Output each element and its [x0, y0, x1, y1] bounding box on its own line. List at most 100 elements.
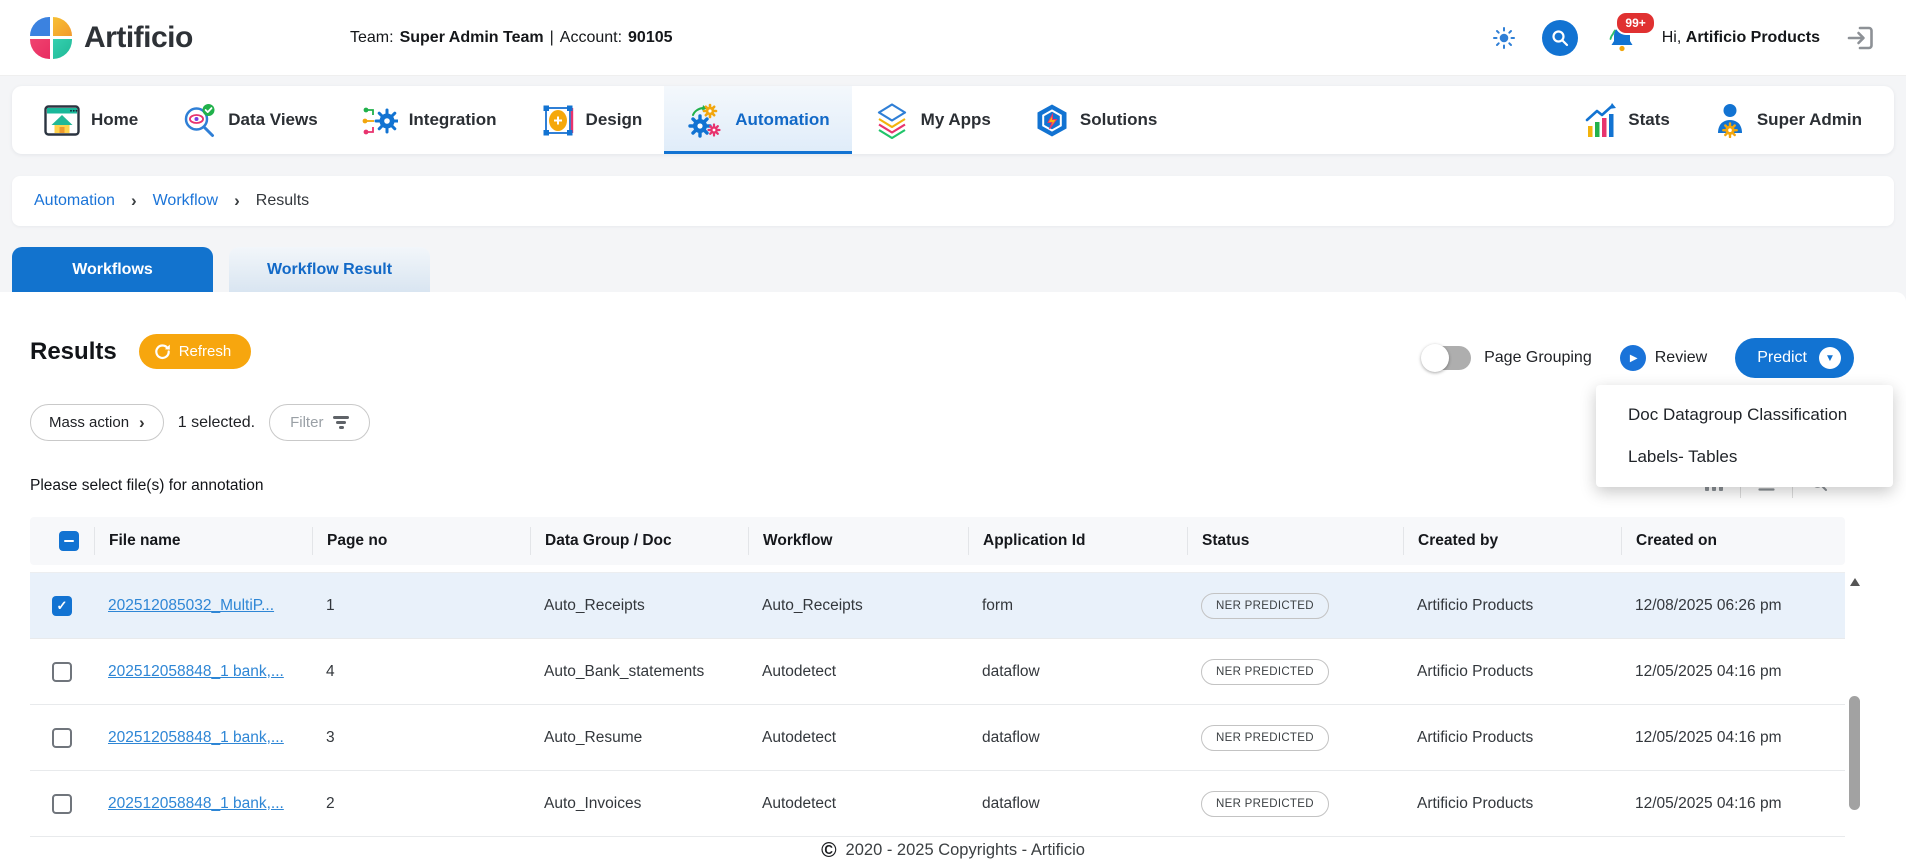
automation-icon: [686, 102, 724, 138]
theme-toggle-button[interactable]: [1492, 26, 1516, 50]
user-greeting: Hi, Artificio Products: [1662, 29, 1820, 47]
data-views-icon: [182, 103, 217, 138]
team-name: Super Admin Team: [400, 29, 544, 47]
divider: |: [550, 29, 554, 47]
scroll-up-arrow-icon[interactable]: [1850, 578, 1860, 586]
team-label: Team:: [350, 29, 394, 47]
col-workflow: Workflow: [748, 527, 968, 555]
menu-item-doc-datagroup-classification[interactable]: Doc Datagroup Classification: [1596, 394, 1893, 436]
created-on-cell: 12/08/2025 06:26 pm: [1621, 597, 1845, 615]
nav-item-home[interactable]: Home: [22, 86, 160, 154]
notifications-button[interactable]: 99+: [1604, 23, 1636, 53]
table-row: 202512058848_1 bank,... 2 Auto_Invoices …: [30, 771, 1845, 837]
scrollbar-thumb[interactable]: [1849, 696, 1860, 810]
nav-item-design[interactable]: Design: [519, 86, 665, 154]
main-nav: Home Data Views Integration Design Autom…: [12, 86, 1894, 154]
greeting-prefix: Hi,: [1662, 29, 1682, 46]
data-group-cell: Auto_Receipts: [530, 597, 748, 615]
search-icon: [1551, 29, 1569, 47]
page-no-cell: 1: [312, 597, 530, 615]
nav-label: Automation: [735, 110, 829, 130]
tab-workflow-result[interactable]: Workflow Result: [229, 247, 430, 292]
home-icon: [44, 105, 80, 136]
breadcrumb-automation[interactable]: Automation: [34, 192, 115, 210]
filter-button[interactable]: Filter: [269, 404, 370, 441]
col-created-on: Created on: [1621, 527, 1845, 555]
nav-item-data-views[interactable]: Data Views: [160, 86, 339, 154]
predict-dropdown-menu: Doc Datagroup Classification Labels- Tab…: [1596, 385, 1893, 487]
nav-item-solutions[interactable]: Solutions: [1013, 86, 1179, 154]
workflow-cell: Auto_Receipts: [748, 597, 968, 615]
nav-item-stats[interactable]: Stats: [1563, 86, 1692, 154]
data-group-cell: Auto_Invoices: [530, 795, 748, 813]
nav-label: Solutions: [1080, 110, 1157, 130]
chevron-right-icon: ›: [139, 414, 145, 431]
row-checkbox[interactable]: ✓: [52, 596, 72, 616]
filter-icon: [333, 416, 349, 429]
logout-button[interactable]: [1846, 23, 1876, 53]
search-button[interactable]: [1542, 20, 1578, 56]
table-body: ✓ 202512085032_MultiP... 1 Auto_Receipts…: [30, 572, 1845, 837]
app-logo[interactable]: Artificio: [30, 17, 193, 59]
breadcrumb-workflow[interactable]: Workflow: [153, 192, 219, 210]
created-on-cell: 12/05/2025 04:16 pm: [1621, 663, 1845, 681]
created-by-cell: Artificio Products: [1403, 597, 1621, 615]
table-row: 202512058848_1 bank,... 4 Auto_Bank_stat…: [30, 639, 1845, 705]
col-data-group: Data Group / Doc: [530, 527, 748, 555]
created-on-cell: 12/05/2025 04:16 pm: [1621, 795, 1845, 813]
footer-text: 2020 - 2025 Copyrights - Artificio: [846, 841, 1085, 860]
page-no-cell: 3: [312, 729, 530, 747]
nav-item-my-apps[interactable]: My Apps: [852, 86, 1013, 154]
chevron-down-icon: ▼: [1819, 347, 1841, 369]
nav-item-super-admin[interactable]: Super Admin: [1692, 86, 1884, 154]
table-row: 202512058848_1 bank,... 3 Auto_Resume Au…: [30, 705, 1845, 771]
super-admin-icon: [1714, 102, 1746, 138]
status-badge: NER PREDICTED: [1201, 725, 1329, 751]
logo-icon: [30, 17, 72, 59]
file-name-link[interactable]: 202512058848_1 bank,...: [108, 663, 284, 680]
col-status: Status: [1187, 527, 1403, 555]
status-badge: NER PREDICTED: [1201, 791, 1329, 817]
workflow-tabs: Workflows Workflow Result: [12, 247, 430, 292]
tab-workflows[interactable]: Workflows: [12, 247, 213, 292]
nav-label: Integration: [409, 110, 497, 130]
predict-button[interactable]: Predict ▼: [1735, 338, 1854, 378]
page-grouping-label: Page Grouping: [1484, 349, 1592, 367]
refresh-icon: [154, 343, 171, 360]
sun-icon: [1492, 26, 1516, 50]
mass-action-button[interactable]: Mass action ›: [30, 404, 164, 441]
table-scrollbar: [1848, 578, 1862, 855]
row-checkbox[interactable]: [52, 662, 72, 682]
filter-label: Filter: [290, 414, 323, 431]
application-id-cell: dataflow: [968, 663, 1187, 681]
nav-label: Home: [91, 110, 138, 130]
file-name-link[interactable]: 202512085032_MultiP...: [108, 597, 274, 614]
indeterminate-icon: [64, 540, 74, 543]
chevron-right-icon: ›: [234, 191, 240, 211]
page-grouping-toggle-group: Page Grouping: [1423, 346, 1592, 370]
copyright-icon: ©: [821, 840, 836, 861]
nav-item-integration[interactable]: Integration: [340, 86, 519, 154]
file-name-link[interactable]: 202512058848_1 bank,...: [108, 729, 284, 746]
account-label: Account:: [560, 29, 622, 47]
data-group-cell: Auto_Resume: [530, 729, 748, 747]
annotation-hint: Please select file(s) for annotation: [30, 477, 263, 495]
refresh-button[interactable]: Refresh: [139, 334, 252, 369]
workflow-cell: Autodetect: [748, 795, 968, 813]
select-all-checkbox[interactable]: [59, 531, 79, 551]
breadcrumb-results: Results: [256, 192, 309, 210]
created-by-cell: Artificio Products: [1403, 663, 1621, 681]
row-checkbox[interactable]: [52, 794, 72, 814]
col-application-id: Application Id: [968, 527, 1187, 555]
nav-label: Stats: [1628, 110, 1670, 130]
created-by-cell: Artificio Products: [1403, 795, 1621, 813]
application-id-cell: dataflow: [968, 729, 1187, 747]
review-button[interactable]: ▶ Review: [1620, 345, 1707, 371]
application-id-cell: dataflow: [968, 795, 1187, 813]
file-name-link[interactable]: 202512058848_1 bank,...: [108, 795, 284, 812]
row-checkbox[interactable]: [52, 728, 72, 748]
page-grouping-toggle[interactable]: [1423, 346, 1471, 370]
menu-item-labels-tables[interactable]: Labels- Tables: [1596, 436, 1893, 478]
nav-item-automation[interactable]: Automation: [664, 86, 851, 154]
solutions-icon: [1035, 103, 1069, 138]
